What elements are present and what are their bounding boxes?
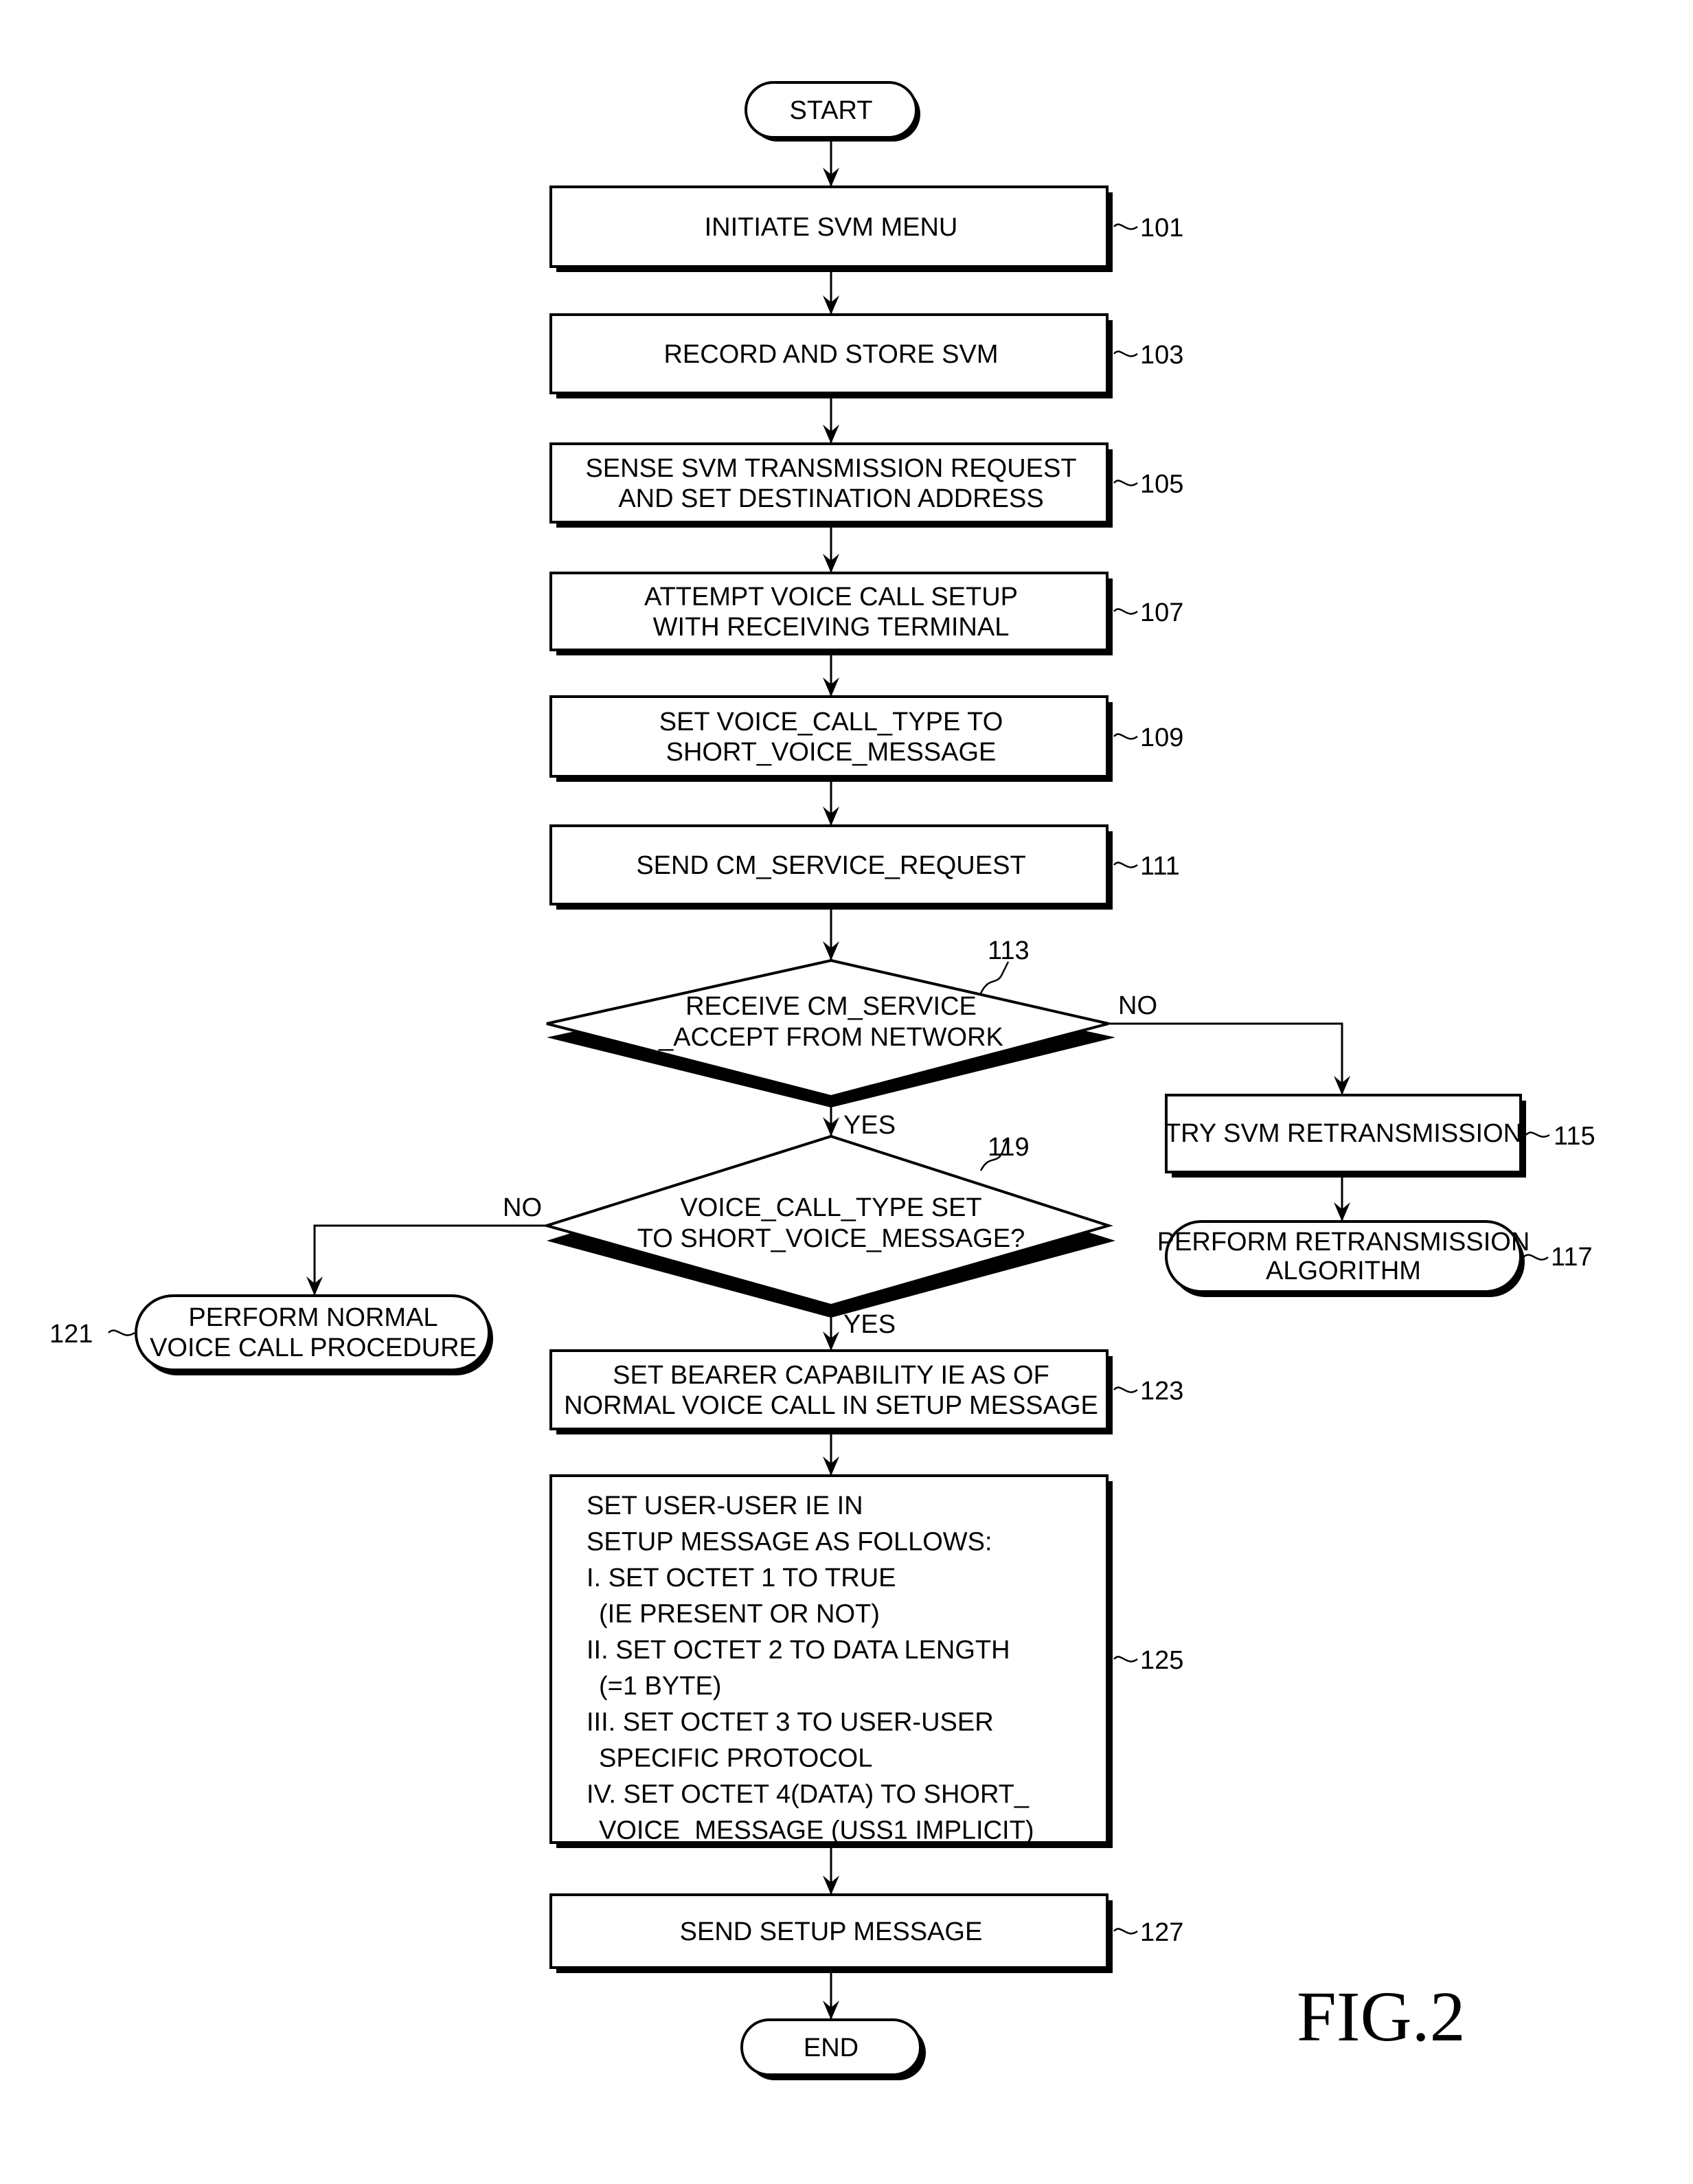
process-115: TRY SVM RETRANSMISSION 115 [1165,1094,1595,1178]
ref-107: 107 [1140,598,1183,627]
end-label: END [804,2034,859,2062]
process-111: SEND CM_SERVICE_REQUEST 111 [549,824,1180,910]
ref-105: 105 [1140,470,1183,499]
ref-121: 121 [49,1320,93,1349]
leader-107 [1113,608,1138,615]
ref-115: 115 [1554,1122,1595,1151]
process-107: ATTEMPT VOICE CALL SETUPWITH RECEIVING T… [549,572,1183,655]
decision-119-line-1: VOICE_CALL_TYPE SET [680,1193,981,1222]
leader-113 [979,961,1010,994]
process-109-line-1: SET VOICE_CALL_TYPE TO [659,708,1003,736]
process-103: RECORD AND STORE SVM 103 [549,313,1183,398]
process-127-line-1: SEND SETUP MESSAGE [680,1917,983,1946]
terminal-121-line-1: PERFORM NORMAL [188,1303,438,1332]
process-125-line-2: SETUP MESSAGE AS FOLLOWS: [587,1528,992,1557]
process-105-line-2: AND SET DESTINATION ADDRESS [618,484,1043,513]
process-127: SEND SETUP MESSAGE 127 [549,1893,1183,1973]
ref-101: 101 [1140,214,1183,243]
process-109-line-2: SHORT_VOICE_MESSAGE [666,738,997,767]
process-layer: INITIATE SVM MENU 101 RECORD AND STORE SVM… [549,185,1183,2020]
process-123-line-1: SET BEARER CAPABILITY IE AS OF [613,1361,1049,1390]
ref-119: 119 [988,1133,1030,1162]
decision-113: RECEIVE CM_SERVICE _ACCEPT FROM NETWORK … [546,936,1115,1107]
process-125-line-9: IV. SET OCTET 4(DATA) TO SHORT_ [587,1780,1030,1809]
edge-label-113-no: NO [1118,991,1157,1020]
process-109: SET VOICE_CALL_TYPE TOSHORT_VOICE_MESSAG… [549,695,1183,782]
decision-113-line-2: _ACCEPT FROM NETWORK [658,1023,1003,1052]
decision-119: VOICE_CALL_TYPE SET TO SHORT_VOICE_MESSA… [541,1133,1115,1318]
process-123-line-2: NORMAL VOICE CALL IN SETUP MESSAGE [564,1391,1098,1420]
terminal-117-line-2: ALGORITHM [1266,1257,1421,1285]
start-label: START [789,96,872,125]
ref-125: 125 [1140,1646,1183,1675]
process-125-line-8: SPECIFIC PROTOCOL [599,1744,872,1773]
process-105: SENSE SVM TRANSMISSION REQUESTAND SET DE… [549,442,1183,528]
start-terminal: START [745,81,920,142]
process-125-line-7: III. SET OCTET 3 TO USER-USER [587,1708,994,1737]
leader-127 [1113,1928,1138,1935]
flowchart: START INITIATE SVM MENU 101 RECORD AND STO… [49,81,1595,2080]
process-125-line-3: I. SET OCTET 1 TO TRUE [587,1564,896,1592]
terminal-121: PERFORM NORMAL VOICE CALL PROCEDURE 121 [49,1294,493,1375]
leader-123 [1113,1386,1138,1393]
leader-115 [1525,1132,1550,1138]
process-105-line-1: SENSE SVM TRANSMISSION REQUEST [585,454,1076,483]
ref-117: 117 [1551,1243,1593,1272]
edge-119-121 [313,1224,547,1296]
process-125-line-5: II. SET OCTET 2 TO DATA LENGTH [587,1636,1010,1665]
ref-109: 109 [1140,723,1183,752]
process-125-line-4: (IE PRESENT OR NOT) [599,1600,880,1629]
ref-103: 103 [1140,341,1183,370]
process-101: INITIATE SVM MENU 101 [549,185,1183,272]
edge-label-113-yes: YES [843,1111,896,1140]
leader-105 [1113,480,1138,486]
process-103-line-1: RECORD AND STORE SVM [663,340,998,369]
ref-113: 113 [988,936,1030,965]
edge-113-115 [1109,1022,1343,1095]
leader-109 [1113,733,1138,740]
edge-label-119-no: NO [503,1193,542,1222]
process-125-line-1: SET USER-USER IE IN [587,1491,863,1520]
decision-113-line-1: RECEIVE CM_SERVICE [685,992,977,1021]
figure-label: FIG.2 [1297,1977,1466,2056]
ref-111: 111 [1140,852,1180,881]
leader-125 [1113,1656,1138,1663]
process-125-line-6: (=1 BYTE) [599,1672,721,1701]
terminal-117: PERFORM RETRANSMISSION ALGORITHM 117 [1157,1220,1593,1297]
process-107-line-1: ATTEMPT VOICE CALL SETUP [644,583,1018,611]
leader-111 [1113,862,1138,868]
terminal-117-line-1: PERFORM RETRANSMISSION [1157,1228,1530,1257]
process-123: SET BEARER CAPABILITY IE AS OFNORMAL VOI… [549,1349,1183,1434]
leader-103 [1113,350,1138,357]
process-115-line-1: TRY SVM RETRANSMISSION [1165,1119,1522,1148]
terminal-121-line-2: VOICE CALL PROCEDURE [150,1333,477,1362]
leader-121 [108,1329,135,1336]
end-terminal: END [740,2018,926,2080]
decision-119-line-2: TO SHORT_VOICE_MESSAGE? [637,1224,1025,1253]
leader-101 [1113,223,1138,230]
process-111-line-1: SEND CM_SERVICE_REQUEST [636,851,1025,880]
process-107-line-2: WITH RECEIVING TERMINAL [653,613,1010,642]
process-125: SET USER-USER IE IN SETUP MESSAGE AS FOLL… [549,1474,1183,1848]
process-125-line-10: VOICE_MESSAGE (USS1 IMPLICIT) [599,1816,1034,1845]
leader-117 [1523,1254,1549,1261]
ref-123: 123 [1140,1377,1183,1406]
process-101-line-1: INITIATE SVM MENU [705,213,958,242]
ref-127: 127 [1140,1918,1183,1947]
edge-label-119-yes: YES [843,1310,896,1339]
